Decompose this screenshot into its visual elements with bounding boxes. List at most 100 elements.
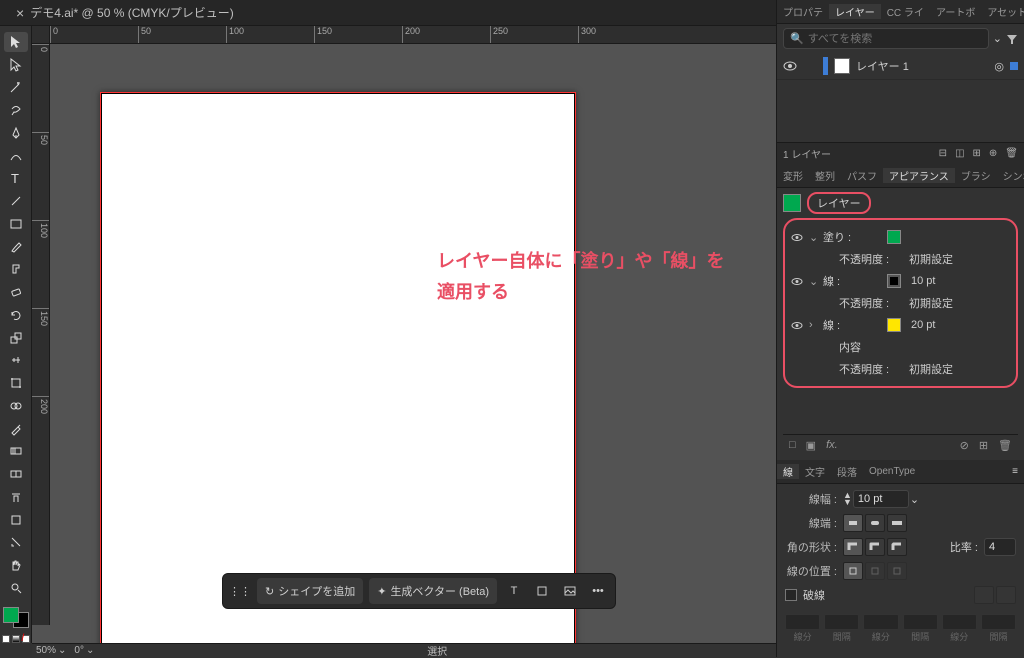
dash-align-button[interactable]	[996, 586, 1016, 604]
rotate-field[interactable]: 0°⌄	[74, 645, 94, 656]
gap-input[interactable]	[824, 614, 859, 630]
panel-menu-icon[interactable]: ≡	[1006, 466, 1024, 477]
tab-symbols[interactable]: シンボ	[997, 168, 1024, 183]
dashed-line-checkbox[interactable]	[785, 589, 797, 601]
delete-item-icon[interactable]: 🗑	[998, 439, 1012, 452]
type-tool[interactable]: T	[4, 169, 28, 189]
visibility-icon[interactable]	[789, 318, 805, 332]
curvature-tool[interactable]	[4, 146, 28, 166]
visibility-icon[interactable]	[789, 230, 805, 244]
fill-swatch[interactable]	[3, 607, 19, 623]
shape-builder-tool[interactable]	[4, 396, 28, 416]
tab-align[interactable]: 整列	[809, 168, 841, 183]
visibility-icon[interactable]	[789, 252, 805, 266]
selection-tool[interactable]	[4, 32, 28, 52]
join-bevel-button[interactable]	[887, 538, 907, 556]
shaper-tool[interactable]	[4, 260, 28, 280]
align-center-button[interactable]	[843, 562, 863, 580]
chevron-right-icon[interactable]: ›	[809, 319, 819, 331]
layer-row[interactable]: レイヤー 1 ◎	[777, 53, 1024, 80]
slice-tool[interactable]	[4, 533, 28, 553]
line-tool[interactable]	[4, 191, 28, 211]
tab-cc-libraries[interactable]: CC ライ	[881, 4, 930, 19]
tab-layers[interactable]: レイヤー	[829, 4, 881, 19]
add-shape-button[interactable]: ↻シェイプを追加	[257, 578, 363, 604]
fill-stroke-swatch[interactable]	[3, 607, 29, 628]
more-icon[interactable]: •••	[587, 580, 609, 602]
tab-character[interactable]: 文字	[799, 464, 831, 479]
stroke-width-input[interactable]: 10 pt	[853, 490, 909, 508]
color-mode-gradient[interactable]	[12, 635, 20, 643]
stroke-swatch[interactable]	[887, 274, 901, 288]
gap-input[interactable]	[903, 614, 938, 630]
chevron-down-icon[interactable]: ⌄	[809, 231, 819, 244]
duplicate-item-icon[interactable]: ⊞	[979, 439, 988, 452]
search-options-icon[interactable]: ⌄	[993, 32, 1002, 45]
vertical-ruler[interactable]: 0 50 100 150 200	[32, 44, 50, 625]
artboard[interactable]	[100, 92, 576, 643]
new-layer-icon[interactable]: ⊕	[989, 148, 997, 159]
tab-pathfinder[interactable]: パスフ	[841, 168, 883, 183]
tab-opentype[interactable]: OpenType	[863, 466, 921, 477]
type-icon[interactable]: T	[503, 580, 525, 602]
layer-search-input[interactable]: 🔍	[783, 28, 989, 49]
search-field[interactable]	[808, 33, 982, 45]
dash-input[interactable]	[785, 614, 820, 630]
color-mode-none[interactable]: /	[22, 635, 30, 643]
tab-appearance[interactable]: アピアランス	[883, 168, 955, 183]
dash-input[interactable]	[863, 614, 898, 630]
add-fill-icon[interactable]: ▣	[806, 439, 816, 452]
magic-wand-tool[interactable]	[4, 78, 28, 98]
tab-stroke[interactable]: 線	[777, 464, 799, 479]
tab-assets[interactable]: アセット	[981, 4, 1024, 19]
lasso-tool[interactable]	[4, 100, 28, 120]
zoom-field[interactable]: 50%⌄	[36, 645, 66, 656]
miter-ratio-input[interactable]: 4	[984, 538, 1016, 556]
add-effect-icon[interactable]: fx.	[826, 439, 838, 452]
make-clipping-icon[interactable]: ◫	[955, 148, 964, 159]
pen-tool[interactable]	[4, 123, 28, 143]
tab-properties[interactable]: プロパテ	[777, 4, 829, 19]
dash-preserve-button[interactable]	[974, 586, 994, 604]
generate-vector-button[interactable]: ✦生成ベクター (Beta)	[369, 578, 497, 604]
cap-projecting-button[interactable]	[887, 514, 907, 532]
color-mode-solid[interactable]	[2, 635, 10, 643]
drag-handle-icon[interactable]: ⋮⋮	[229, 580, 251, 602]
fill-swatch[interactable]	[887, 230, 901, 244]
close-icon[interactable]: ×	[16, 5, 24, 21]
appearance-row-stroke[interactable]: ⌄ 線 : 10 pt	[787, 270, 1014, 292]
dash-input[interactable]	[942, 614, 977, 630]
direct-selection-tool[interactable]	[4, 55, 28, 75]
crop-icon[interactable]	[531, 580, 553, 602]
eyedropper-tool[interactable]	[4, 419, 28, 439]
cap-round-button[interactable]	[865, 514, 885, 532]
rectangle-tool[interactable]	[4, 214, 28, 234]
stepper-icon[interactable]: ▲▼	[843, 492, 852, 506]
join-miter-button[interactable]	[843, 538, 863, 556]
visibility-icon[interactable]	[783, 59, 797, 73]
scale-tool[interactable]	[4, 328, 28, 348]
appearance-row-opacity[interactable]: 不透明度 : 初期設定	[787, 292, 1014, 314]
appearance-row-opacity[interactable]: 不透明度 : 初期設定	[787, 358, 1014, 380]
tab-paragraph[interactable]: 段落	[831, 464, 863, 479]
filter-icon[interactable]	[1006, 33, 1018, 45]
ruler-origin[interactable]	[32, 26, 50, 44]
tab-brushes[interactable]: ブラシ	[955, 168, 997, 183]
dropdown-icon[interactable]: ⌄	[910, 493, 919, 506]
horizontal-ruler[interactable]: 0 50 100 150 200 250 300	[50, 26, 776, 44]
clear-appearance-icon[interactable]: ⊘	[960, 439, 969, 452]
blend-tool[interactable]	[4, 464, 28, 484]
join-round-button[interactable]	[865, 538, 885, 556]
tab-artboards[interactable]: アートボ	[930, 4, 981, 19]
paintbrush-tool[interactable]	[4, 237, 28, 257]
tab-transform[interactable]: 変形	[777, 168, 809, 183]
target-icon[interactable]: ◎	[994, 60, 1004, 73]
chevron-down-icon[interactable]: ⌄	[809, 275, 819, 288]
eraser-tool[interactable]	[4, 282, 28, 302]
rotate-tool[interactable]	[4, 305, 28, 325]
layer-name[interactable]: レイヤー 1	[856, 58, 909, 74]
appearance-row-stroke[interactable]: › 線 : 20 pt	[787, 314, 1014, 336]
appearance-row-content[interactable]: 内容	[787, 336, 1014, 358]
appearance-row-fill[interactable]: ⌄ 塗り :	[787, 226, 1014, 248]
image-icon[interactable]	[559, 580, 581, 602]
